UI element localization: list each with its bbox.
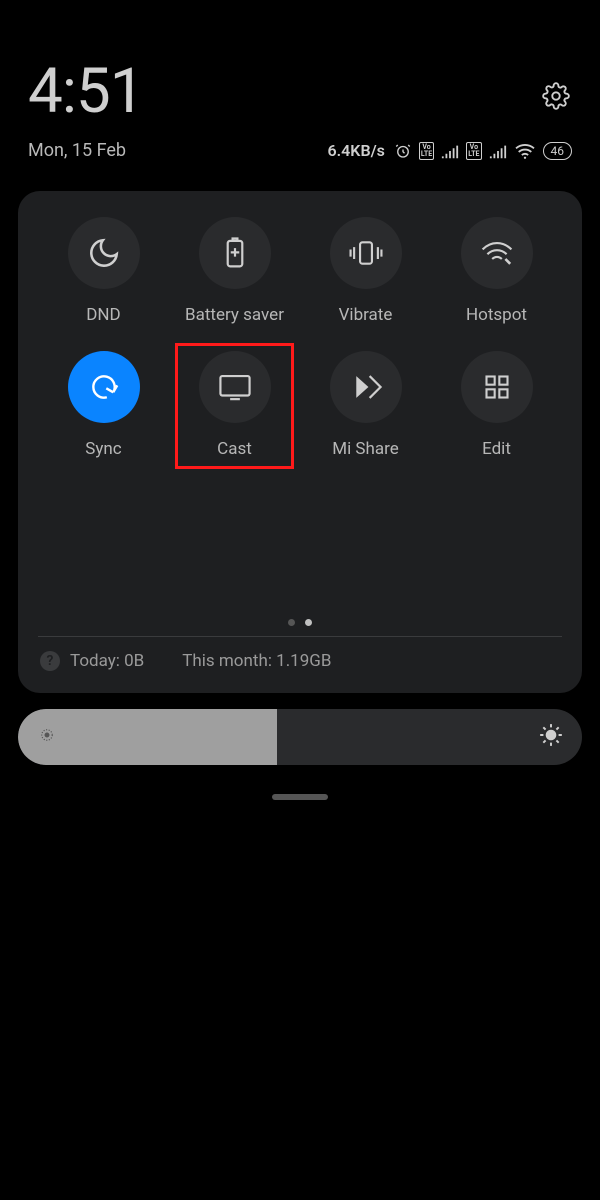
- sync-icon: [88, 371, 120, 403]
- signal-icon-2: [489, 143, 507, 159]
- cast-icon: [218, 373, 252, 401]
- gear-icon: [542, 82, 570, 110]
- wifi-icon: [514, 142, 536, 160]
- tile-hotspot[interactable]: Hotspot: [431, 217, 562, 325]
- page-indicator: [38, 619, 562, 626]
- moon-icon: [87, 236, 121, 270]
- nav-bar-handle[interactable]: [272, 794, 328, 800]
- brightness-fill: [18, 709, 277, 765]
- battery-level: 46: [543, 142, 573, 160]
- tile-battery-saver[interactable]: Battery saver: [169, 217, 300, 325]
- page-dot: [305, 619, 312, 626]
- sun-low-icon: [38, 726, 56, 748]
- tile-sync[interactable]: Sync: [38, 351, 169, 459]
- data-usage-row[interactable]: ? Today: 0B This month: 1.19GB: [38, 649, 562, 679]
- volte-icon-2: VoLTE: [466, 142, 481, 160]
- tile-vibrate[interactable]: Vibrate: [300, 217, 431, 325]
- usage-month: This month: 1.19GB: [182, 651, 331, 671]
- mi-share-icon: [349, 372, 383, 402]
- tile-edit[interactable]: Edit: [431, 351, 562, 459]
- tile-label: Edit: [482, 439, 511, 459]
- tile-label: Sync: [85, 439, 121, 459]
- tile-label: Battery saver: [185, 305, 284, 325]
- status-bar-right: 6.4KB/s VoLTE VoLTE 46: [327, 141, 572, 160]
- battery-plus-icon: [220, 236, 250, 270]
- grid-icon: [483, 373, 511, 401]
- tile-cast[interactable]: Cast: [169, 351, 300, 459]
- clock-time: 4:51: [28, 55, 572, 128]
- quick-settings-panel: DND Battery saver Vibrate Hotspot Sync: [18, 191, 582, 693]
- signal-icon-1: [441, 143, 459, 159]
- hotspot-icon: [479, 238, 515, 268]
- alarm-icon: [394, 142, 412, 160]
- date-text: Mon, 15 Feb: [28, 140, 126, 161]
- tile-mi-share[interactable]: Mi Share: [300, 351, 431, 459]
- help-icon: ?: [40, 651, 60, 671]
- tile-label: DND: [86, 305, 120, 325]
- brightness-slider[interactable]: [18, 709, 582, 765]
- tile-label: Cast: [217, 439, 252, 459]
- usage-today: Today: 0B: [70, 651, 144, 671]
- tile-label: Vibrate: [339, 305, 393, 325]
- volte-icon-1: VoLTE: [419, 142, 434, 160]
- page-dot: [288, 619, 295, 626]
- network-speed: 6.4KB/s: [327, 141, 384, 160]
- divider: [38, 636, 562, 637]
- tile-dnd[interactable]: DND: [38, 217, 169, 325]
- vibrate-icon: [347, 238, 385, 268]
- sun-high-icon: [538, 722, 564, 752]
- tile-label: Mi Share: [332, 439, 399, 459]
- settings-button[interactable]: [542, 82, 570, 114]
- tile-label: Hotspot: [466, 305, 527, 325]
